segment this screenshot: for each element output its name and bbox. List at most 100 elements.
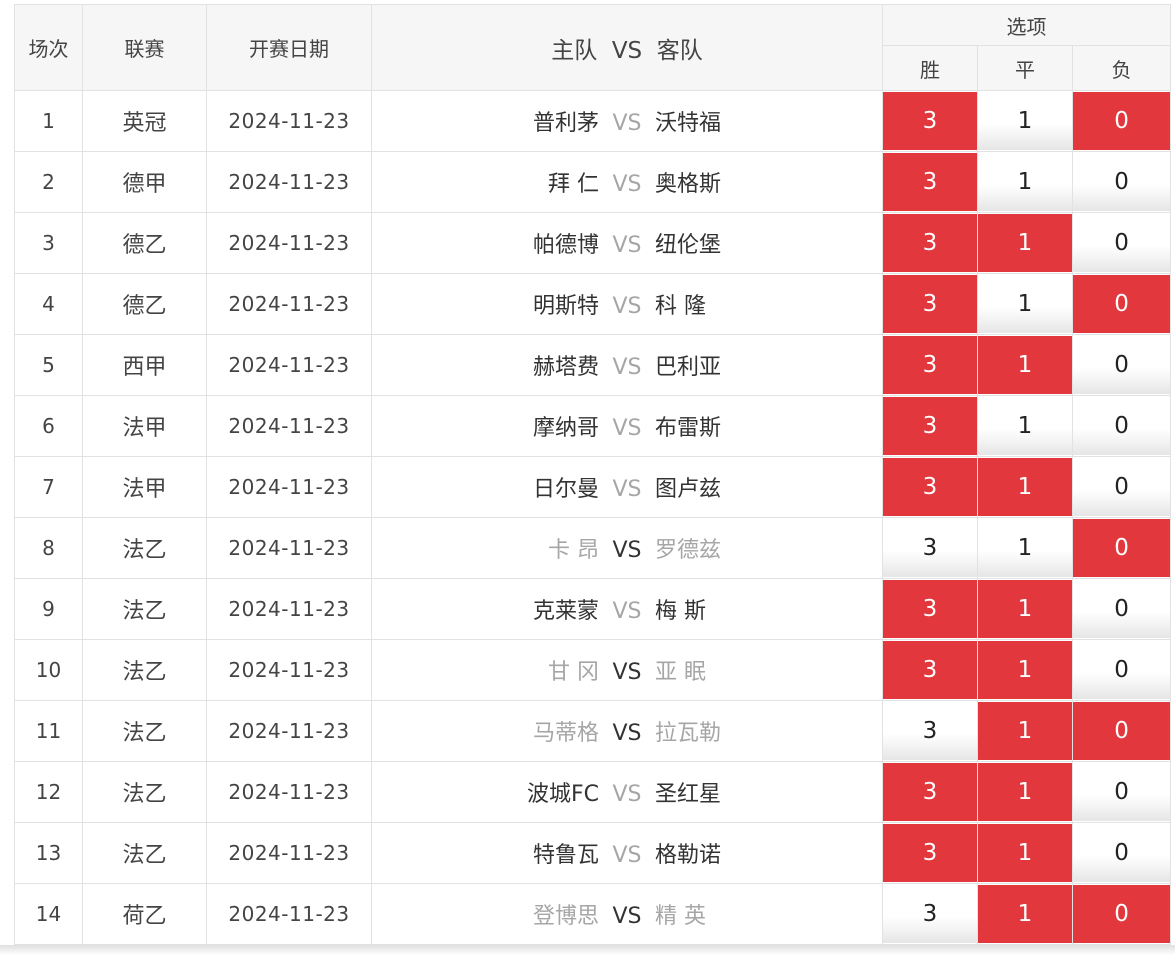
row-date: 2024-11-23 [206,395,372,457]
option-win-button[interactable]: 3 [883,458,977,516]
option-win-button[interactable]: 3 [883,885,977,943]
option-win-button[interactable]: 3 [883,702,977,760]
option-lose-button[interactable]: 0 [1073,763,1171,821]
option-win-button[interactable]: 3 [883,763,977,821]
table-body: 1 英冠 2024-11-23 普利茅 VS 沃特福 3 1 0 2 德甲 2024-11-23 拜 仁… [14,90,1172,945]
home-team: 普利茅 [532,111,599,136]
option-cell-win: 3 [882,700,978,762]
row-num: 13 [14,822,83,884]
option-cell-win: 3 [882,334,978,396]
option-draw-button[interactable]: 1 [978,519,1072,577]
row-num: 6 [14,395,83,457]
row-num: 5 [14,334,83,396]
option-win-button[interactable]: 3 [883,580,977,638]
option-lose-button[interactable]: 0 [1073,885,1171,943]
option-win-button[interactable]: 3 [883,641,977,699]
home-team: 帕德博 [532,233,599,258]
option-cell-draw: 1 [977,822,1073,884]
vs-label: VS [612,416,642,441]
option-cell-lose: 0 [1071,761,1172,823]
row-league: 德甲 [82,151,207,213]
table-row: 12 法乙 2024-11-23 波城FC VS 圣红星 3 1 0 [14,761,1172,823]
option-draw-button[interactable]: 1 [978,275,1072,333]
option-cell-lose: 0 [1071,822,1172,884]
row-match: 甘 冈 VS 亚 眠 [371,639,883,701]
option-draw-button[interactable]: 1 [978,763,1072,821]
option-draw-button[interactable]: 1 [978,824,1072,882]
away-team: 罗德兹 [655,538,722,563]
option-lose-button[interactable]: 0 [1073,641,1171,699]
row-num: 10 [14,639,83,701]
option-cell-win: 3 [882,273,978,335]
option-win-button[interactable]: 3 [883,214,977,272]
header-options: 选项 [881,4,1172,46]
option-lose-button[interactable]: 0 [1073,397,1171,455]
option-lose-button[interactable]: 0 [1073,519,1171,577]
header-home: 主队 [551,37,598,64]
option-lose-button[interactable]: 0 [1073,214,1171,272]
option-cell-lose: 0 [1071,883,1172,945]
option-win-button[interactable]: 3 [883,275,977,333]
row-date: 2024-11-23 [206,212,372,274]
option-draw-button[interactable]: 1 [978,92,1072,150]
row-date: 2024-11-23 [206,334,372,396]
row-num: 3 [14,212,83,274]
option-cell-win: 3 [882,578,978,640]
row-match: 波城FC VS 圣红星 [371,761,883,823]
vs-label: VS [612,294,642,319]
option-lose-button[interactable]: 0 [1073,702,1171,760]
row-num: 7 [14,456,83,518]
option-draw-button[interactable]: 1 [978,336,1072,394]
option-cell-lose: 0 [1071,151,1172,213]
option-lose-button[interactable]: 0 [1073,824,1171,882]
row-date: 2024-11-23 [206,151,372,213]
option-draw-button[interactable]: 1 [978,214,1072,272]
row-match: 普利茅 VS 沃特福 [371,90,883,152]
option-win-button[interactable]: 3 [883,519,977,577]
option-cell-draw: 1 [977,639,1073,701]
option-win-button[interactable]: 3 [883,153,977,211]
option-draw-button[interactable]: 1 [978,641,1072,699]
option-cell-win: 3 [882,883,978,945]
row-match: 明斯特 VS 科 隆 [371,273,883,335]
match-table: 场次 联赛 开赛日期 主队 VS 客队 选项 胜 平 负 1 英冠 2024-11-… [14,4,1172,945]
option-lose-button[interactable]: 0 [1073,92,1171,150]
option-win-button[interactable]: 3 [883,397,977,455]
option-cell-draw: 1 [977,456,1073,518]
home-team: 特鲁瓦 [532,843,599,868]
header-lose: 负 [1071,45,1172,91]
option-win-button[interactable]: 3 [883,336,977,394]
row-league: 德乙 [82,212,207,274]
header-league: 联赛 [82,4,207,91]
option-draw-button[interactable]: 1 [978,397,1072,455]
header-num: 场次 [14,4,83,91]
option-win-button[interactable]: 3 [883,92,977,150]
option-cell-draw: 1 [977,395,1073,457]
away-team: 布雷斯 [655,416,722,441]
option-lose-button[interactable]: 0 [1073,336,1171,394]
row-league: 法乙 [82,578,207,640]
option-cell-win: 3 [882,822,978,884]
table-row: 10 法乙 2024-11-23 甘 冈 VS 亚 眠310 [14,639,1172,701]
option-draw-button[interactable]: 1 [978,702,1072,760]
option-lose-button[interactable]: 0 [1073,153,1171,211]
option-draw-button[interactable]: 1 [978,458,1072,516]
option-lose-button[interactable]: 0 [1073,580,1171,638]
option-draw-button[interactable]: 1 [978,153,1072,211]
row-league: 德乙 [82,273,207,335]
table-row: 4 德乙 2024-11-23 明斯特 VS 科 隆 310 [14,273,1172,335]
option-cell-draw: 1 [977,334,1073,396]
row-match: 克莱蒙 VS 梅 斯 [371,578,883,640]
home-team: 拜 仁 [548,172,599,197]
option-cell-win: 3 [882,212,978,274]
row-match: 摩纳哥 VS 布雷斯 [371,395,883,457]
option-lose-button[interactable]: 0 [1073,275,1171,333]
away-team: 图卢兹 [655,477,722,502]
option-draw-button[interactable]: 1 [978,885,1072,943]
option-win-button[interactable]: 3 [883,824,977,882]
option-draw-button[interactable]: 1 [978,580,1072,638]
row-num: 4 [14,273,83,335]
vs-label: VS [612,599,642,624]
option-lose-button[interactable]: 0 [1073,458,1171,516]
away-team: 沃特福 [655,111,722,136]
